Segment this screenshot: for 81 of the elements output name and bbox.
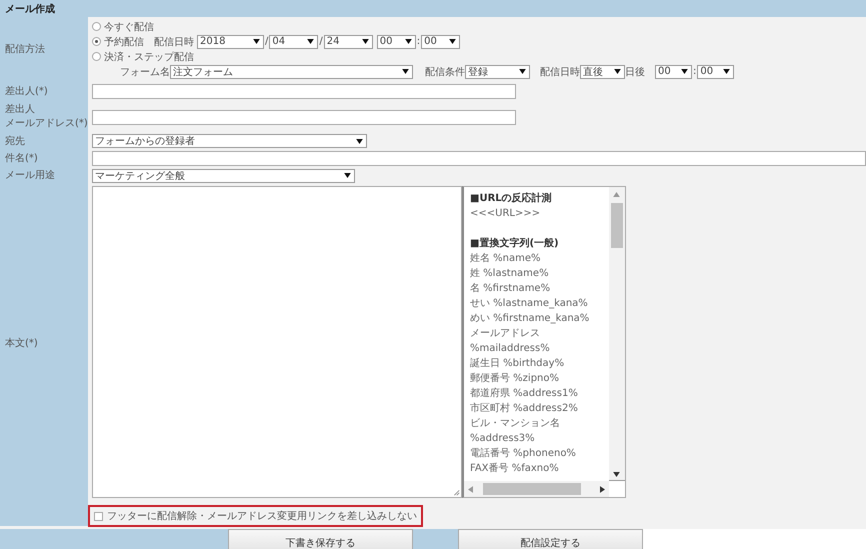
tag-item: ビル・マンション名 — [470, 417, 561, 431]
tag-item: FAX番号 %faxno% — [470, 462, 560, 476]
tag-item: せい %lastname_kana% — [470, 297, 589, 311]
caret-icon — [307, 39, 314, 44]
date-separator: / — [319, 36, 323, 47]
scroll-up-icon — [613, 192, 620, 197]
hour-select[interactable]: 00 — [655, 64, 692, 78]
radio-button[interactable] — [92, 22, 101, 31]
year-select[interactable]: 2018 — [197, 34, 264, 48]
minute-select[interactable]: 00 — [421, 34, 460, 48]
scroll-down-icon — [613, 472, 620, 477]
field-label: 差出人(*) — [0, 81, 88, 102]
field-label: メール用途 — [0, 167, 88, 184]
field-label: 配信方法 — [0, 17, 88, 81]
subject-field[interactable] — [92, 150, 866, 166]
footer-option[interactable]: フッターに配信解除・メールアドレス変更用リンクを差し込みしない — [88, 505, 423, 527]
tag-item: 都道府県 %address1% — [470, 386, 579, 401]
tag-item: 市区町村 %address2% — [470, 402, 579, 416]
checkbox-label: フッターに配信解除・メールアドレス変更用リンクを差し込みしない — [107, 510, 417, 523]
tag-item: 姓名 %name% — [470, 252, 542, 266]
tag-item: ■置換文字列(一般) — [470, 236, 560, 251]
day-select[interactable]: 24 — [324, 34, 373, 48]
caret-icon — [362, 39, 369, 44]
hour-select[interactable]: 00 — [376, 34, 416, 48]
field-label: 配信日時 — [154, 36, 194, 48]
save-draft-button[interactable]: 下書き保存する — [228, 529, 413, 549]
field-label: 宛先 — [0, 133, 88, 149]
condition-select[interactable]: 登録 — [465, 64, 530, 78]
field-label: 件名(*) — [0, 149, 88, 167]
field-label: 日後 — [625, 66, 645, 78]
caret-icon — [614, 69, 621, 74]
field-label: 本文(*) — [0, 184, 88, 503]
caret-icon — [723, 69, 730, 74]
tag-item: 誕生日 %birthday% — [470, 356, 566, 371]
resize-grip-icon — [452, 488, 460, 496]
checkbox[interactable] — [94, 512, 103, 520]
month-select[interactable]: 04 — [269, 34, 318, 48]
scrollbar-thumb[interactable] — [483, 483, 581, 495]
tag-item: 電話番号 %phoneno% — [470, 446, 577, 461]
sender-field[interactable] — [92, 84, 516, 99]
radio-button[interactable] — [92, 52, 101, 61]
tag-item: 郵便番号 %zipno% — [470, 372, 560, 386]
section-title: メール作成 — [5, 2, 55, 16]
radio-label: 今すぐ配信 — [104, 20, 154, 34]
field-label: 配信日時 — [540, 66, 580, 78]
scroll-right-icon — [600, 486, 605, 492]
radio-button[interactable] — [92, 37, 101, 46]
sender-email-field[interactable] — [92, 110, 516, 125]
scroll-left-icon — [468, 486, 473, 492]
minute-select[interactable]: 00 — [697, 64, 734, 78]
caret-icon — [449, 39, 456, 44]
tag-item: 姓 %lastname% — [470, 267, 550, 281]
caret-icon — [402, 69, 409, 74]
caret-icon — [344, 173, 351, 178]
radio-label: 予約配信 — [104, 36, 144, 48]
caret-icon — [356, 138, 363, 144]
radio-label: 決済・ステップ配信 — [104, 50, 194, 64]
time-separator: : — [416, 36, 420, 47]
scrollbar-thumb[interactable] — [611, 203, 623, 248]
time-separator: : — [693, 66, 696, 77]
vertical-scrollbar[interactable] — [609, 187, 625, 481]
caret-icon — [253, 39, 260, 44]
tag-item: %address3% — [470, 432, 536, 446]
caret-icon — [519, 69, 526, 74]
field-label: フォーム名 — [120, 66, 170, 78]
date-separator: / — [265, 36, 268, 47]
recipient-select[interactable]: フォームからの登録者 — [92, 134, 367, 148]
purpose-select[interactable]: マーケティング全般 — [92, 168, 355, 182]
form-select[interactable]: 注文フォーム — [170, 64, 413, 78]
field-label: 差出人 メールアドレス(*) — [0, 102, 88, 133]
tag-item: ■URLの反応計測 — [470, 191, 553, 206]
tag-item: <<<URL>>> — [470, 207, 542, 221]
tag-item: メールアドレス — [470, 327, 541, 341]
timing-select[interactable]: 直後 — [580, 64, 625, 78]
tag-item: めい %firstname_kana% — [470, 312, 590, 326]
caret-icon — [404, 39, 412, 44]
tag-item: %mailaddress% — [470, 342, 551, 356]
field-label: 配信条件 — [425, 66, 465, 78]
tag-item: 名 %firstname% — [470, 282, 552, 296]
delivery-settings-button[interactable]: 配信設定する — [458, 529, 643, 549]
caret-icon — [681, 69, 688, 74]
